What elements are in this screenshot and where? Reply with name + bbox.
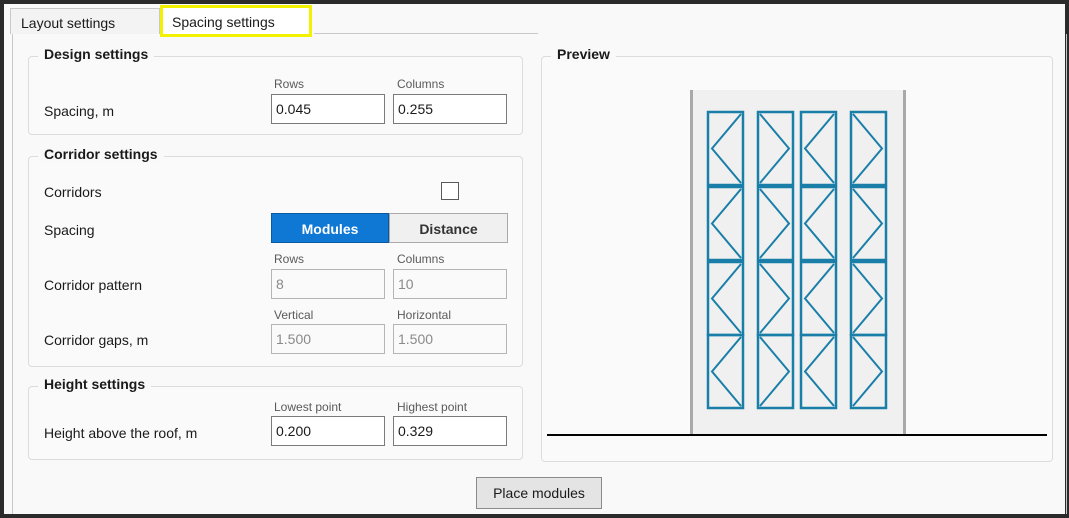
- design-settings-title: Design settings: [38, 46, 155, 62]
- place-modules-button[interactable]: Place modules: [476, 477, 602, 509]
- highest-point-label: Highest point: [397, 400, 468, 414]
- highest-point-input[interactable]: 0.329: [393, 416, 507, 446]
- spacing-label: Spacing, m: [44, 103, 115, 119]
- rows-spacing-input[interactable]: 0.045: [271, 94, 385, 124]
- height-above-roof-label: Height above the roof, m: [44, 425, 198, 441]
- spacing-settings-panel: Design settings Rows Columns Spacing, m …: [12, 34, 1067, 514]
- lowest-point-input[interactable]: 0.200: [271, 416, 385, 446]
- tab-spacing-settings[interactable]: Spacing settings: [160, 5, 312, 37]
- corridor-settings-group: Corridor settings Corridors Spacing Modu…: [28, 146, 523, 367]
- tab-strip: Layout settings Spacing settings: [4, 4, 1065, 37]
- corridor-pattern-label: Corridor pattern: [44, 277, 143, 293]
- vertical-gap-label: Vertical: [274, 308, 314, 322]
- modules-toggle-button[interactable]: Modules: [271, 213, 389, 243]
- corridor-gaps-label: Corridor gaps, m: [44, 332, 149, 348]
- preview-right-rail: [903, 90, 906, 436]
- corridors-checkbox[interactable]: [441, 182, 459, 200]
- lowest-point-label: Lowest point: [274, 400, 342, 414]
- design-settings-group: Design settings Rows Columns Spacing, m …: [28, 46, 523, 135]
- distance-toggle-button[interactable]: Distance: [389, 213, 508, 243]
- corridor-settings-title: Corridor settings: [38, 146, 164, 162]
- corridors-label: Corridors: [44, 184, 102, 200]
- tab-layout-settings[interactable]: Layout settings: [10, 8, 160, 34]
- corridor-spacing-label: Spacing: [44, 222, 95, 238]
- horizontal-gap-label: Horizontal: [397, 308, 452, 322]
- height-settings-title: Height settings: [38, 376, 152, 392]
- height-settings-group: Height settings Lowest point Highest poi…: [28, 376, 523, 460]
- preview-left-rail: [690, 90, 693, 436]
- vertical-gap-input[interactable]: 1.500: [271, 324, 385, 354]
- pattern-rows-label: Rows: [274, 252, 305, 266]
- columns-spacing-input[interactable]: 0.255: [393, 94, 507, 124]
- preview-canvas: [547, 90, 1047, 436]
- settings-window: Layout settings Spacing settings Design …: [4, 4, 1067, 514]
- design-rows-label: Rows: [274, 77, 305, 91]
- design-columns-label: Columns: [397, 77, 445, 91]
- pattern-columns-input[interactable]: 10: [393, 269, 507, 299]
- pattern-rows-input[interactable]: 8: [271, 269, 385, 299]
- pattern-columns-label: Columns: [397, 252, 445, 266]
- horizontal-gap-input[interactable]: 1.500: [393, 324, 507, 354]
- preview-group: Preview: [541, 46, 1053, 462]
